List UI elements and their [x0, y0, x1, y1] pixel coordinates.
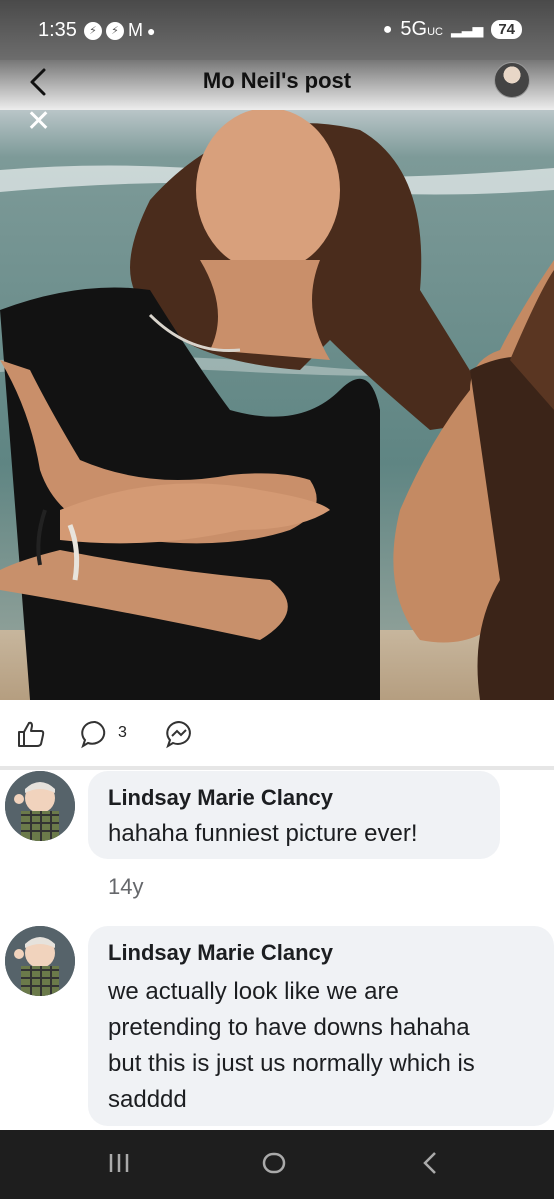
post-actions: 3	[0, 700, 554, 766]
post-header: Mo Neil's post	[0, 60, 554, 112]
post-photo[interactable]: ✕	[0, 110, 554, 700]
comment-count: 3	[118, 724, 127, 741]
comment-icon[interactable]	[80, 719, 110, 749]
more-notifications-icon: ●	[147, 22, 156, 39]
baby-avatar-image	[5, 926, 75, 996]
messenger-share-icon[interactable]	[164, 719, 194, 749]
system-nav-bar	[0, 1130, 554, 1199]
status-bar: 1:35 ⚡ ⚡ M ● ● 5GUC ▂▃▅ 74	[0, 0, 554, 60]
comment-bubble[interactable]: Lindsay Marie Clancy we actually look li…	[88, 926, 554, 1126]
recent-apps-icon[interactable]	[106, 1150, 132, 1176]
like-icon[interactable]	[16, 719, 46, 749]
signal-icon: ▂▃▅	[451, 21, 484, 37]
gmail-icon: M	[128, 20, 143, 40]
home-icon[interactable]	[261, 1150, 287, 1176]
commenter-avatar[interactable]	[5, 926, 75, 996]
page-title: Mo Neil's post	[202, 68, 352, 93]
battery-indicator: 74	[491, 20, 522, 39]
location-icon: ●	[382, 20, 393, 38]
comment-text-line: we actually look like we are	[108, 978, 399, 1005]
comment-text-line: but this is just us normally which is	[108, 1050, 475, 1077]
comment-text: hahaha funniest picture ever!	[108, 820, 418, 847]
messenger-icon: ⚡	[106, 21, 124, 40]
close-icon[interactable]: ✕	[26, 110, 51, 139]
network-label: 5GUC	[400, 18, 443, 40]
back-icon[interactable]	[418, 1150, 444, 1176]
comment-bubble[interactable]: Lindsay Marie Clancy hahaha funniest pic…	[88, 771, 500, 859]
photo-illustration	[0, 110, 554, 700]
profile-avatar[interactable]	[494, 62, 530, 98]
divider	[0, 766, 554, 770]
notification-icons: ⚡ ⚡ M ●	[84, 20, 155, 41]
commenter-avatar[interactable]	[5, 771, 75, 841]
baby-avatar-image	[5, 771, 75, 841]
comment-author[interactable]: Lindsay Marie Clancy	[108, 785, 482, 811]
comment-text-line: pretending to have downs hahaha	[108, 1014, 470, 1041]
messenger-icon: ⚡	[84, 21, 102, 40]
status-time: 1:35	[38, 19, 77, 41]
comment-time: 14y	[108, 874, 144, 899]
comment-text-line: sadddd	[108, 1086, 187, 1113]
comment-author[interactable]: Lindsay Marie Clancy	[108, 940, 536, 966]
